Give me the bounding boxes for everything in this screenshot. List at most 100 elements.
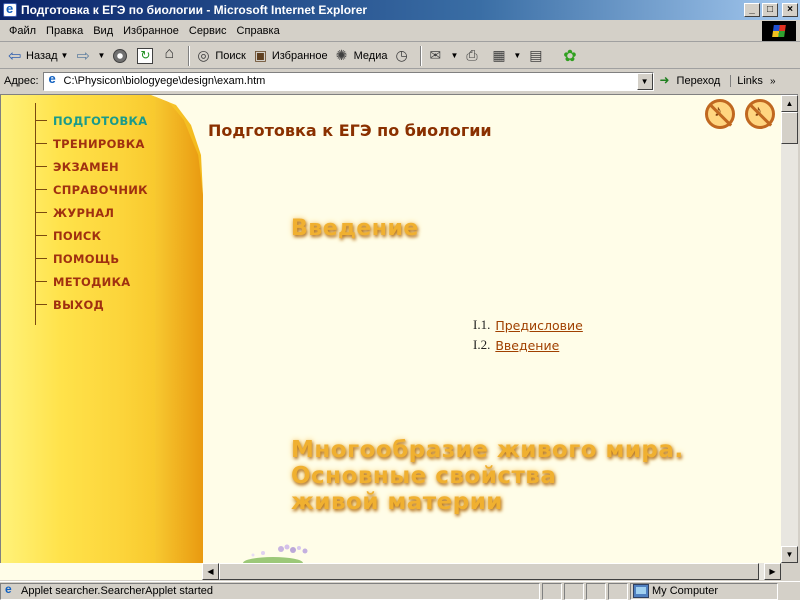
toc-item: I.1. Предисловие xyxy=(473,315,583,335)
edit-dropdown-icon[interactable]: ▼ xyxy=(513,51,521,60)
ie-icon xyxy=(3,1,17,17)
address-bar: Адрес: ▼ Переход Links » xyxy=(0,70,800,92)
my-computer-icon xyxy=(633,584,649,598)
page-content: ПОДГОТОВКА ТРЕНИРОВКА ЭКЗАМЕН СПРАВОЧНИК… xyxy=(0,94,781,563)
back-arrow-icon xyxy=(8,46,24,66)
back-dropdown-icon[interactable]: ▼ xyxy=(61,51,69,60)
nav-item-journal[interactable]: ЖУРНАЛ xyxy=(35,201,148,224)
table-of-contents: I.1. Предисловие I.2. Введение xyxy=(473,315,583,355)
go-arrow-icon xyxy=(660,73,674,88)
nav-item-label: ПОДГОТОВКА xyxy=(53,113,148,128)
menu-edit[interactable]: Правка xyxy=(41,25,88,37)
sound-off-icon[interactable] xyxy=(745,99,775,129)
status-cell xyxy=(564,582,584,600)
nav-item-label: ЭКЗАМЕН xyxy=(53,159,119,174)
section-heading-diversity: Многообразие живого мира. Основные свойс… xyxy=(291,437,684,515)
back-label: Назад xyxy=(26,49,58,62)
discuss-button[interactable] xyxy=(525,45,551,67)
nav-item-methodology[interactable]: МЕТОДИКА xyxy=(35,270,148,293)
toolbar-separator xyxy=(188,45,191,66)
nav-item-training[interactable]: ТРЕНИРОВКА xyxy=(35,132,148,155)
windows-logo-icon xyxy=(762,21,796,41)
refresh-icon xyxy=(137,47,154,64)
forward-dropdown-icon[interactable]: ▼ xyxy=(97,51,105,60)
maximize-button[interactable]: □ xyxy=(762,3,778,17)
nav-item-label: МЕТОДИКА xyxy=(53,274,131,289)
go-button[interactable]: Переход xyxy=(660,73,721,88)
section-heading-intro: Введение xyxy=(291,216,419,241)
stop-button[interactable] xyxy=(109,45,133,67)
search-button[interactable]: Поиск xyxy=(193,45,249,67)
heading-line: живой материи xyxy=(291,489,503,515)
scroll-thumb[interactable] xyxy=(781,112,798,144)
forward-button[interactable]: ▼ xyxy=(72,45,109,67)
scroll-right-button[interactable]: ▶ xyxy=(764,563,781,580)
status-cell xyxy=(586,582,606,600)
nav-item-label: ПОИСК xyxy=(53,228,102,243)
nav-item-exam[interactable]: ЭКЗАМЕН xyxy=(35,155,148,178)
nav-item-label: ВЫХОД xyxy=(53,297,105,312)
print-icon xyxy=(466,47,482,64)
print-button[interactable] xyxy=(462,45,488,67)
favorites-icon xyxy=(254,47,270,64)
minimize-button[interactable]: _ xyxy=(744,3,760,17)
menu-file[interactable]: Файл xyxy=(4,25,41,37)
address-input[interactable] xyxy=(63,75,637,87)
toc-item: I.2. Введение xyxy=(473,335,583,355)
links-label: Links xyxy=(737,75,763,87)
links-button[interactable]: Links » xyxy=(730,75,776,87)
scroll-down-button[interactable]: ▼ xyxy=(781,546,798,563)
search-icon xyxy=(197,47,213,64)
vertical-scrollbar[interactable]: ▲ ▼ xyxy=(781,94,798,563)
toc-link-preface[interactable]: Предисловие xyxy=(495,318,582,333)
nav-item-label: ТРЕНИРОВКА xyxy=(53,136,145,151)
home-icon xyxy=(163,45,179,64)
menu-tools[interactable]: Сервис xyxy=(184,25,232,37)
scroll-up-button[interactable]: ▲ xyxy=(781,95,798,112)
refresh-button[interactable] xyxy=(133,45,159,67)
title-bar: Подготовка к ЕГЭ по биологии - Microsoft… xyxy=(0,0,800,20)
edit-button[interactable]: ▼ xyxy=(488,45,525,67)
mail-icon xyxy=(429,47,445,64)
nav-menu: ПОДГОТОВКА ТРЕНИРОВКА ЭКЗАМЕН СПРАВОЧНИК… xyxy=(35,109,148,316)
status-bar: Applet searcher.SearcherApplet started M… xyxy=(0,581,800,600)
mail-dropdown-icon[interactable]: ▼ xyxy=(450,51,458,60)
horizontal-scrollbar[interactable]: ◀ ▶ xyxy=(202,563,781,580)
nav-item-search[interactable]: ПОИСК xyxy=(35,224,148,247)
music-off-icon[interactable] xyxy=(705,99,735,129)
page-icon xyxy=(46,71,62,89)
toc-link-introduction[interactable]: Введение xyxy=(495,338,559,353)
history-button[interactable] xyxy=(391,45,417,67)
home-button[interactable] xyxy=(159,45,185,67)
menu-help[interactable]: Справка xyxy=(232,25,285,37)
media-button[interactable]: Медиа xyxy=(332,45,392,67)
mail-button[interactable]: ▼ xyxy=(425,45,462,67)
window-title: Подготовка к ЕГЭ по биологии - Microsoft… xyxy=(21,3,368,17)
address-label: Адрес: xyxy=(4,75,39,87)
menu-view[interactable]: Вид xyxy=(88,25,118,37)
icq-button[interactable] xyxy=(559,45,585,67)
status-message: Applet searcher.SearcherApplet started xyxy=(0,582,540,600)
sidebar-bottom xyxy=(0,563,202,580)
back-button[interactable]: Назад ▼ xyxy=(4,45,72,67)
scroll-thumb-horizontal[interactable] xyxy=(219,563,759,580)
nav-item-reference[interactable]: СПРАВОЧНИК xyxy=(35,178,148,201)
media-label: Медиа xyxy=(353,49,388,62)
address-dropdown-button[interactable]: ▼ xyxy=(636,72,653,90)
sound-controls xyxy=(705,99,775,129)
security-zone: My Computer xyxy=(630,582,778,600)
toolbar: Назад ▼ ▼ Поиск Избранное Медиа ▼ ▼ xyxy=(0,43,800,69)
favorites-label: Избранное xyxy=(271,49,328,62)
menu-favorites[interactable]: Избранное xyxy=(118,25,184,37)
nav-item-preparation[interactable]: ПОДГОТОВКА xyxy=(35,109,148,132)
toc-number: I.1. xyxy=(473,317,491,332)
heading-line: Многообразие живого мира. xyxy=(291,437,684,463)
nav-item-exit[interactable]: ВЫХОД xyxy=(35,293,148,316)
scroll-left-button[interactable]: ◀ xyxy=(202,563,219,580)
favorites-button[interactable]: Избранное xyxy=(250,45,332,67)
status-cell xyxy=(542,582,562,600)
go-label: Переход xyxy=(676,75,721,87)
close-button[interactable]: × xyxy=(782,3,798,17)
address-field[interactable]: ▼ xyxy=(42,71,654,91)
nav-item-help[interactable]: ПОМОЩЬ xyxy=(35,247,148,270)
